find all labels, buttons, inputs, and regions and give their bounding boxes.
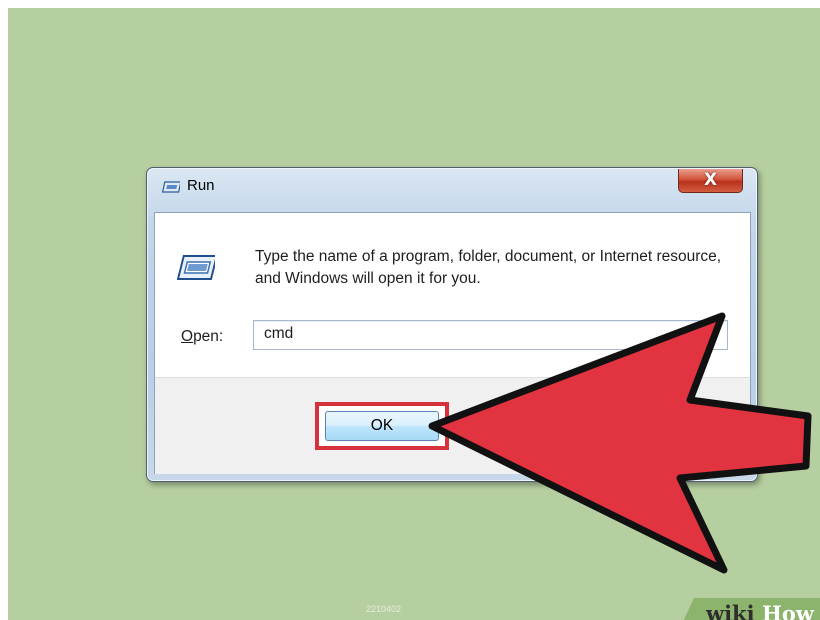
wikihow-wiki-text: wiki	[705, 601, 755, 620]
arrow-shape	[428, 312, 812, 574]
pointer-arrow	[428, 312, 812, 574]
wikihow-logo: wiki How	[683, 598, 820, 620]
wikihow-how-text: How	[762, 601, 815, 620]
watermark-text: 2210402	[366, 604, 402, 614]
tutorial-canvas: Run X Type the name of a program, folder…	[8, 8, 820, 620]
